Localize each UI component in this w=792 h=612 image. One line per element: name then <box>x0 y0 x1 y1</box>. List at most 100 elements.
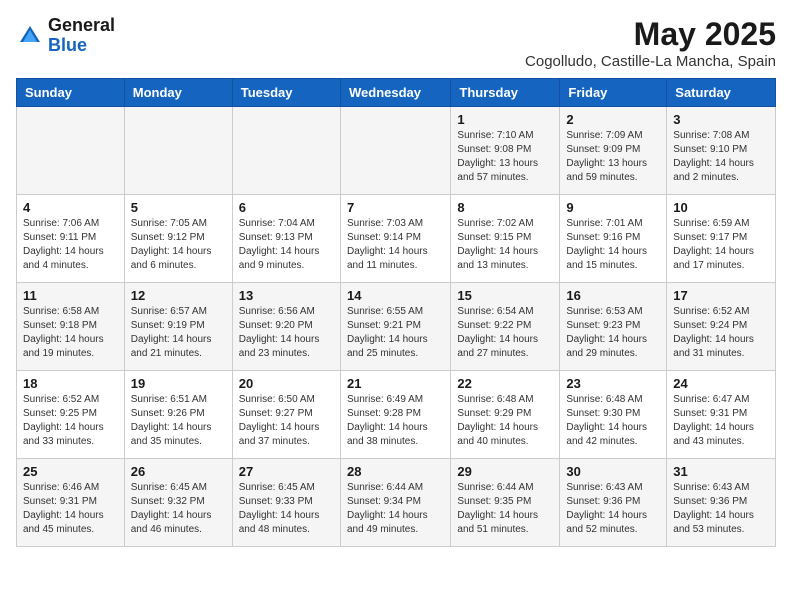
day-cell: 22Sunrise: 6:48 AM Sunset: 9:29 PM Dayli… <box>451 371 560 459</box>
day-number: 31 <box>673 464 769 479</box>
day-cell: 29 Sunrise: 6:44 AM Sunset: 9:35 PM Dayli… <box>451 459 560 547</box>
day-number: 21 <box>347 376 444 391</box>
day-info: Sunrise: 6:45 AM Sunset: 9:32 PM Dayligh… <box>131 481 226 537</box>
day-cell: 15 Sunrise: 6:54 AM Sunset: 9:22 PM Dayli… <box>451 283 560 371</box>
header-row: SundayMondayTuesdayWednesdayThursdayFrid… <box>17 79 776 107</box>
day-info: Sunrise: 7:03 AM Sunset: 9:14 PM Dayligh… <box>347 217 444 273</box>
logo-text: General Blue <box>48 16 115 56</box>
day-info: Sunrise: 7:08 AM Sunset: 9:10 PM Dayligh… <box>673 129 769 185</box>
day-info: Sunrise: 6:56 AM Sunset: 9:20 PM Dayligh… <box>239 305 334 361</box>
day-cell: 2 Sunrise: 7:09 AM Sunset: 9:09 PM Daylig… <box>560 107 667 195</box>
logo-general-text: General <box>48 16 115 36</box>
header-cell-sunday: Sunday <box>17 79 125 107</box>
day-info: Sunrise: 6:48 AM Sunset: 9:30 PM Dayligh… <box>566 393 660 449</box>
day-number: 19 <box>131 376 226 391</box>
day-number: 20 <box>239 376 334 391</box>
day-cell: 26 Sunrise: 6:45 AM Sunset: 9:32 PM Dayli… <box>124 459 232 547</box>
header-cell-wednesday: Wednesday <box>340 79 450 107</box>
day-cell: 7 Sunrise: 7:03 AM Sunset: 9:14 PM Daylig… <box>340 195 450 283</box>
day-cell: 9Sunrise: 7:01 AM Sunset: 9:16 PM Daylig… <box>560 195 667 283</box>
day-number: 22 <box>457 376 553 391</box>
day-number: 10 <box>673 200 769 215</box>
day-number: 25 <box>23 464 118 479</box>
day-cell: 12 Sunrise: 6:57 AM Sunset: 9:19 PM Dayli… <box>124 283 232 371</box>
day-number: 16 <box>566 288 660 303</box>
day-cell: 19Sunrise: 6:51 AM Sunset: 9:26 PM Dayli… <box>124 371 232 459</box>
logo-blue-text: Blue <box>48 36 115 56</box>
week-row-5: 25 Sunrise: 6:46 AM Sunset: 9:31 PM Dayli… <box>17 459 776 547</box>
week-row-4: 18 Sunrise: 6:52 AM Sunset: 9:25 PM Dayli… <box>17 371 776 459</box>
day-number: 28 <box>347 464 444 479</box>
day-info: Sunrise: 6:52 AM Sunset: 9:25 PM Dayligh… <box>23 393 118 449</box>
day-cell: 5Sunrise: 7:05 AM Sunset: 9:12 PM Daylig… <box>124 195 232 283</box>
header-cell-thursday: Thursday <box>451 79 560 107</box>
location-title: Cogolludo, Castille-La Mancha, Spain <box>525 53 776 70</box>
day-number: 3 <box>673 112 769 127</box>
day-info: Sunrise: 6:53 AM Sunset: 9:23 PM Dayligh… <box>566 305 660 361</box>
calendar-table: SundayMondayTuesdayWednesdayThursdayFrid… <box>16 78 776 547</box>
day-info: Sunrise: 6:50 AM Sunset: 9:27 PM Dayligh… <box>239 393 334 449</box>
day-number: 5 <box>131 200 226 215</box>
day-info: Sunrise: 6:43 AM Sunset: 9:36 PM Dayligh… <box>673 481 769 537</box>
day-cell: 24 Sunrise: 6:47 AM Sunset: 9:31 PM Dayli… <box>667 371 776 459</box>
header-cell-friday: Friday <box>560 79 667 107</box>
day-number: 8 <box>457 200 553 215</box>
day-cell: 3 Sunrise: 7:08 AM Sunset: 9:10 PM Daylig… <box>667 107 776 195</box>
day-cell: 25 Sunrise: 6:46 AM Sunset: 9:31 PM Dayli… <box>17 459 125 547</box>
day-info: Sunrise: 6:47 AM Sunset: 9:31 PM Dayligh… <box>673 393 769 449</box>
day-cell: 4Sunrise: 7:06 AM Sunset: 9:11 PM Daylig… <box>17 195 125 283</box>
day-cell <box>17 107 125 195</box>
day-number: 15 <box>457 288 553 303</box>
day-number: 6 <box>239 200 334 215</box>
logo-icon <box>16 22 44 50</box>
day-number: 17 <box>673 288 769 303</box>
day-number: 12 <box>131 288 226 303</box>
day-info: Sunrise: 6:44 AM Sunset: 9:35 PM Dayligh… <box>457 481 553 537</box>
day-number: 13 <box>239 288 334 303</box>
day-number: 4 <box>23 200 118 215</box>
day-info: Sunrise: 6:57 AM Sunset: 9:19 PM Dayligh… <box>131 305 226 361</box>
header-cell-tuesday: Tuesday <box>232 79 340 107</box>
day-cell: 27Sunrise: 6:45 AM Sunset: 9:33 PM Dayli… <box>232 459 340 547</box>
day-info: Sunrise: 6:43 AM Sunset: 9:36 PM Dayligh… <box>566 481 660 537</box>
day-cell: 18 Sunrise: 6:52 AM Sunset: 9:25 PM Dayli… <box>17 371 125 459</box>
day-info: Sunrise: 7:04 AM Sunset: 9:13 PM Dayligh… <box>239 217 334 273</box>
day-info: Sunrise: 6:54 AM Sunset: 9:22 PM Dayligh… <box>457 305 553 361</box>
day-info: Sunrise: 7:01 AM Sunset: 9:16 PM Dayligh… <box>566 217 660 273</box>
day-info: Sunrise: 6:44 AM Sunset: 9:34 PM Dayligh… <box>347 481 444 537</box>
header-cell-monday: Monday <box>124 79 232 107</box>
day-number: 11 <box>23 288 118 303</box>
day-info: Sunrise: 6:52 AM Sunset: 9:24 PM Dayligh… <box>673 305 769 361</box>
day-cell: 10 Sunrise: 6:59 AM Sunset: 9:17 PM Dayli… <box>667 195 776 283</box>
day-cell: 11Sunrise: 6:58 AM Sunset: 9:18 PM Dayli… <box>17 283 125 371</box>
day-info: Sunrise: 7:02 AM Sunset: 9:15 PM Dayligh… <box>457 217 553 273</box>
logo: General Blue <box>16 16 115 56</box>
day-cell: 6 Sunrise: 7:04 AM Sunset: 9:13 PM Daylig… <box>232 195 340 283</box>
day-number: 26 <box>131 464 226 479</box>
day-number: 18 <box>23 376 118 391</box>
day-info: Sunrise: 6:55 AM Sunset: 9:21 PM Dayligh… <box>347 305 444 361</box>
day-cell: 23Sunrise: 6:48 AM Sunset: 9:30 PM Dayli… <box>560 371 667 459</box>
day-cell: 31 Sunrise: 6:43 AM Sunset: 9:36 PM Dayli… <box>667 459 776 547</box>
day-number: 1 <box>457 112 553 127</box>
day-info: Sunrise: 6:45 AM Sunset: 9:33 PM Dayligh… <box>239 481 334 537</box>
day-number: 24 <box>673 376 769 391</box>
day-cell <box>124 107 232 195</box>
header-cell-saturday: Saturday <box>667 79 776 107</box>
week-row-3: 11Sunrise: 6:58 AM Sunset: 9:18 PM Dayli… <box>17 283 776 371</box>
day-number: 2 <box>566 112 660 127</box>
header: General Blue May 2025 Cogolludo, Castill… <box>16 16 776 70</box>
day-cell <box>340 107 450 195</box>
week-row-1: 1Sunrise: 7:10 AM Sunset: 9:08 PM Daylig… <box>17 107 776 195</box>
day-cell: 20 Sunrise: 6:50 AM Sunset: 9:27 PM Dayli… <box>232 371 340 459</box>
day-info: Sunrise: 6:59 AM Sunset: 9:17 PM Dayligh… <box>673 217 769 273</box>
day-cell: 28 Sunrise: 6:44 AM Sunset: 9:34 PM Dayli… <box>340 459 450 547</box>
day-cell: 17 Sunrise: 6:52 AM Sunset: 9:24 PM Dayli… <box>667 283 776 371</box>
month-title: May 2025 <box>525 16 776 53</box>
title-area: May 2025 Cogolludo, Castille-La Mancha, … <box>525 16 776 70</box>
day-number: 7 <box>347 200 444 215</box>
day-info: Sunrise: 6:46 AM Sunset: 9:31 PM Dayligh… <box>23 481 118 537</box>
day-number: 29 <box>457 464 553 479</box>
day-info: Sunrise: 7:09 AM Sunset: 9:09 PM Dayligh… <box>566 129 660 185</box>
day-cell: 13 Sunrise: 6:56 AM Sunset: 9:20 PM Dayli… <box>232 283 340 371</box>
